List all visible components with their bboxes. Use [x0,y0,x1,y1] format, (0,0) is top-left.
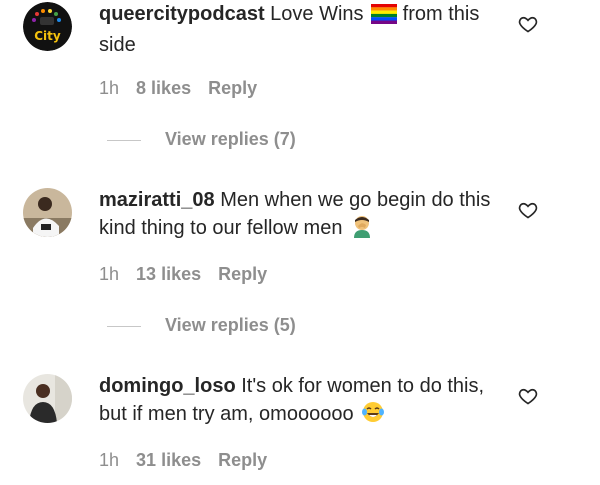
view-replies-label[interactable]: View replies (7) [165,129,296,149]
likes-count[interactable]: 13 likes [136,264,201,284]
avatar[interactable] [23,374,72,423]
like-heart-icon[interactable] [518,200,538,220]
likes-count[interactable]: 31 likes [136,450,201,470]
divider-line [107,325,141,327]
rainbow-flag-icon [371,4,398,32]
reply-button[interactable]: Reply [218,264,267,284]
comment-meta: 1h 8 likes Reply [99,77,269,99]
view-replies-button[interactable]: View replies (7) [107,128,296,150]
like-heart-icon[interactable] [518,14,538,34]
comment-body: Love Wins [270,3,364,25]
tears-of-joy-icon [361,400,385,432]
comment-text: maziratti_08 Men when we go begin do thi… [99,187,504,246]
comment-text: domingo_loso It's ok for women to do thi… [99,373,504,432]
avatar-city-label: City [34,29,61,43]
comment-time: 1h [99,78,120,98]
divider-line [107,139,141,141]
facepalm-icon [350,214,374,246]
comment-meta: 1h 13 likes Reply [99,263,279,285]
reply-button[interactable]: Reply [218,450,267,470]
username[interactable]: maziratti_08 [99,189,215,211]
username[interactable]: domingo_loso [99,375,236,397]
comment-meta: 1h 31 likes Reply [99,449,279,471]
avatar[interactable] [23,188,72,237]
like-heart-icon[interactable] [518,386,538,406]
view-replies-label[interactable]: View replies (5) [165,315,296,335]
comment-text: queercitypodcast Love Wins from this sid… [99,1,504,59]
avatar[interactable]: City [23,2,72,51]
comment-time: 1h [99,450,120,470]
username[interactable]: queercitypodcast [99,3,265,25]
likes-count[interactable]: 8 likes [136,78,191,98]
view-replies-button[interactable]: View replies (5) [107,314,296,336]
reply-button[interactable]: Reply [208,78,257,98]
comment-time: 1h [99,264,120,284]
